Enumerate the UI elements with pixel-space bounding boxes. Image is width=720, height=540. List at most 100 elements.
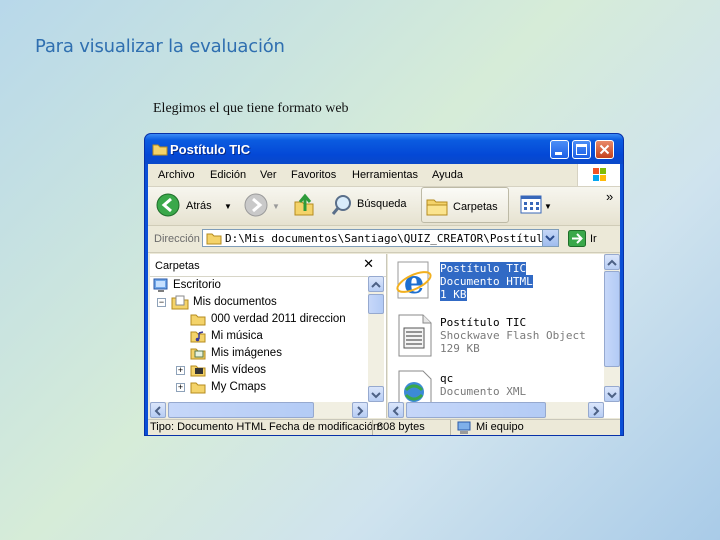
maximize-button[interactable] <box>572 140 591 159</box>
file-type: Documento XML <box>440 385 527 398</box>
tree-item-mis-videos[interactable]: + Mis vídeos <box>150 362 368 379</box>
chevron-up-icon <box>607 259 617 266</box>
tree-item-mi-musica[interactable]: Mi música <box>150 328 368 345</box>
file-item-xml[interactable]: qc Documento XML <box>388 368 604 404</box>
expand-icon[interactable]: + <box>176 383 185 392</box>
forward-button[interactable]: ▼ <box>242 187 284 223</box>
folders-vscrollbar[interactable] <box>368 276 384 402</box>
scroll-thumb[interactable] <box>604 271 620 367</box>
menu-ayuda[interactable]: Ayuda <box>432 169 463 181</box>
chevron-up-icon <box>371 281 381 288</box>
menu-herramientas[interactable]: Herramientas <box>352 169 418 181</box>
tree-item-label: Mis documentos <box>193 296 277 308</box>
address-input[interactable]: D:\Mis documentos\Santiago\QUIZ_CREATOR\… <box>202 229 559 247</box>
forward-dropdown-icon[interactable]: ▼ <box>272 202 280 211</box>
menu-edicion[interactable]: Edición <box>210 169 246 181</box>
scroll-up-button[interactable] <box>604 254 620 270</box>
views-button[interactable]: ▼ <box>518 187 556 223</box>
menu-bar: Archivo Edición Ver Favoritos Herramient… <box>148 164 620 187</box>
videos-folder-icon <box>190 365 206 377</box>
tree-item-label: Mis vídeos <box>211 364 266 376</box>
scroll-thumb[interactable] <box>168 402 314 418</box>
back-arrow-icon <box>156 193 180 217</box>
folders-button[interactable]: Carpetas <box>421 187 509 223</box>
minimize-button[interactable] <box>550 140 569 159</box>
views-dropdown-icon[interactable]: ▼ <box>544 202 552 211</box>
ie-html-icon: e <box>396 261 432 300</box>
tree-item-mis-documentos[interactable]: − Mis documentos <box>150 294 368 311</box>
music-folder-icon <box>190 331 206 343</box>
go-label[interactable]: Ir <box>590 233 597 245</box>
tree-item-mis-imagenes[interactable]: Mis imágenes <box>150 345 368 362</box>
scroll-thumb[interactable] <box>368 294 384 314</box>
folder-icon <box>152 144 168 156</box>
folders-pane-header: Carpetas ✕ <box>150 254 386 277</box>
folder-icon <box>190 382 206 394</box>
tree-item-label: Mi música <box>211 330 263 342</box>
windows-flag-icon <box>593 168 606 181</box>
chevron-down-icon <box>607 392 617 399</box>
file-type: Documento HTML <box>440 275 533 288</box>
status-size: 808 bytes <box>377 421 425 433</box>
status-divider <box>450 420 451 435</box>
tree-item-label: Escritorio <box>173 279 221 291</box>
back-dropdown-icon[interactable]: ▼ <box>224 202 232 211</box>
scroll-right-button[interactable] <box>352 402 368 418</box>
chevron-down-icon <box>545 235 555 242</box>
close-button[interactable] <box>595 140 614 159</box>
files-vscrollbar[interactable] <box>604 254 620 402</box>
chevron-down-icon <box>371 392 381 399</box>
toolbar-overflow[interactable]: » <box>606 189 613 204</box>
tree-item-000-verdad[interactable]: 000 verdad 2011 direccion <box>150 311 368 328</box>
files-pane: e Postítulo TIC Documento HTML 1 KB Post… <box>388 254 620 418</box>
file-item-swf[interactable]: Postítulo TIC Shockwave Flash Object 129… <box>388 312 604 362</box>
xml-file-icon <box>398 370 432 404</box>
scroll-down-button[interactable] <box>368 386 384 402</box>
folders-hscrollbar[interactable] <box>150 402 368 418</box>
collapse-icon[interactable]: − <box>157 298 166 307</box>
swf-file-icon <box>398 314 432 357</box>
maximize-icon <box>576 144 587 155</box>
files-hscrollbar[interactable] <box>388 402 604 418</box>
my-computer-icon <box>457 421 471 434</box>
up-folder-button[interactable] <box>290 187 318 223</box>
scroll-right-button[interactable] <box>588 402 604 418</box>
go-arrow-icon[interactable] <box>568 230 586 247</box>
back-button[interactable]: Atrás ▼ <box>152 187 234 223</box>
folder-icon <box>206 233 222 245</box>
address-dropdown[interactable] <box>542 230 558 246</box>
close-icon <box>599 144 610 155</box>
scroll-left-button[interactable] <box>388 402 404 418</box>
file-item-html[interactable]: e Postítulo TIC Documento HTML 1 KB <box>388 258 604 308</box>
up-folder-icon <box>294 193 314 216</box>
minimize-icon <box>555 152 562 155</box>
my-documents-icon <box>171 295 189 310</box>
menu-archivo[interactable]: Archivo <box>158 169 195 181</box>
tree-item-label: Mis imágenes <box>211 347 282 359</box>
scroll-up-button[interactable] <box>368 276 384 292</box>
scroll-left-button[interactable] <box>150 402 166 418</box>
file-name: Postítulo TIC <box>440 262 527 275</box>
folders-label: Carpetas <box>453 201 498 213</box>
slide-subtitle: Elegimos el que tiene formato web <box>153 101 349 116</box>
file-name: Postítulo TIC <box>440 316 527 329</box>
scroll-thumb[interactable] <box>406 402 546 418</box>
tree-item-escritorio[interactable]: Escritorio <box>150 277 368 294</box>
scroll-down-button[interactable] <box>604 386 620 402</box>
status-bar: Tipo: Documento HTML Fecha de modificaci… <box>148 419 620 435</box>
slide-title: Para visualizar la evaluación <box>35 36 285 57</box>
close-pane-icon[interactable]: ✕ <box>363 256 374 272</box>
folder-icon <box>190 314 206 326</box>
search-button[interactable]: Búsqueda <box>326 187 418 223</box>
menu-favoritos[interactable]: Favoritos <box>291 169 336 181</box>
folders-pane: Carpetas ✕ Escritorio − Mis documentos 0… <box>150 254 387 418</box>
search-icon <box>331 195 351 215</box>
explorer-window: Postítulo TIC Archivo Edición Ver Favori… <box>145 134 623 435</box>
expand-icon[interactable]: + <box>176 366 185 375</box>
back-label: Atrás <box>186 200 212 212</box>
address-bar: Dirección D:\Mis documentos\Santiago\QUI… <box>148 226 620 253</box>
tree-item-my-cmaps[interactable]: + My Cmaps <box>150 379 368 396</box>
title-bar[interactable]: Postítulo TIC <box>145 134 623 164</box>
menu-ver[interactable]: Ver <box>260 169 277 181</box>
tree-item-label: My Cmaps <box>211 381 266 393</box>
